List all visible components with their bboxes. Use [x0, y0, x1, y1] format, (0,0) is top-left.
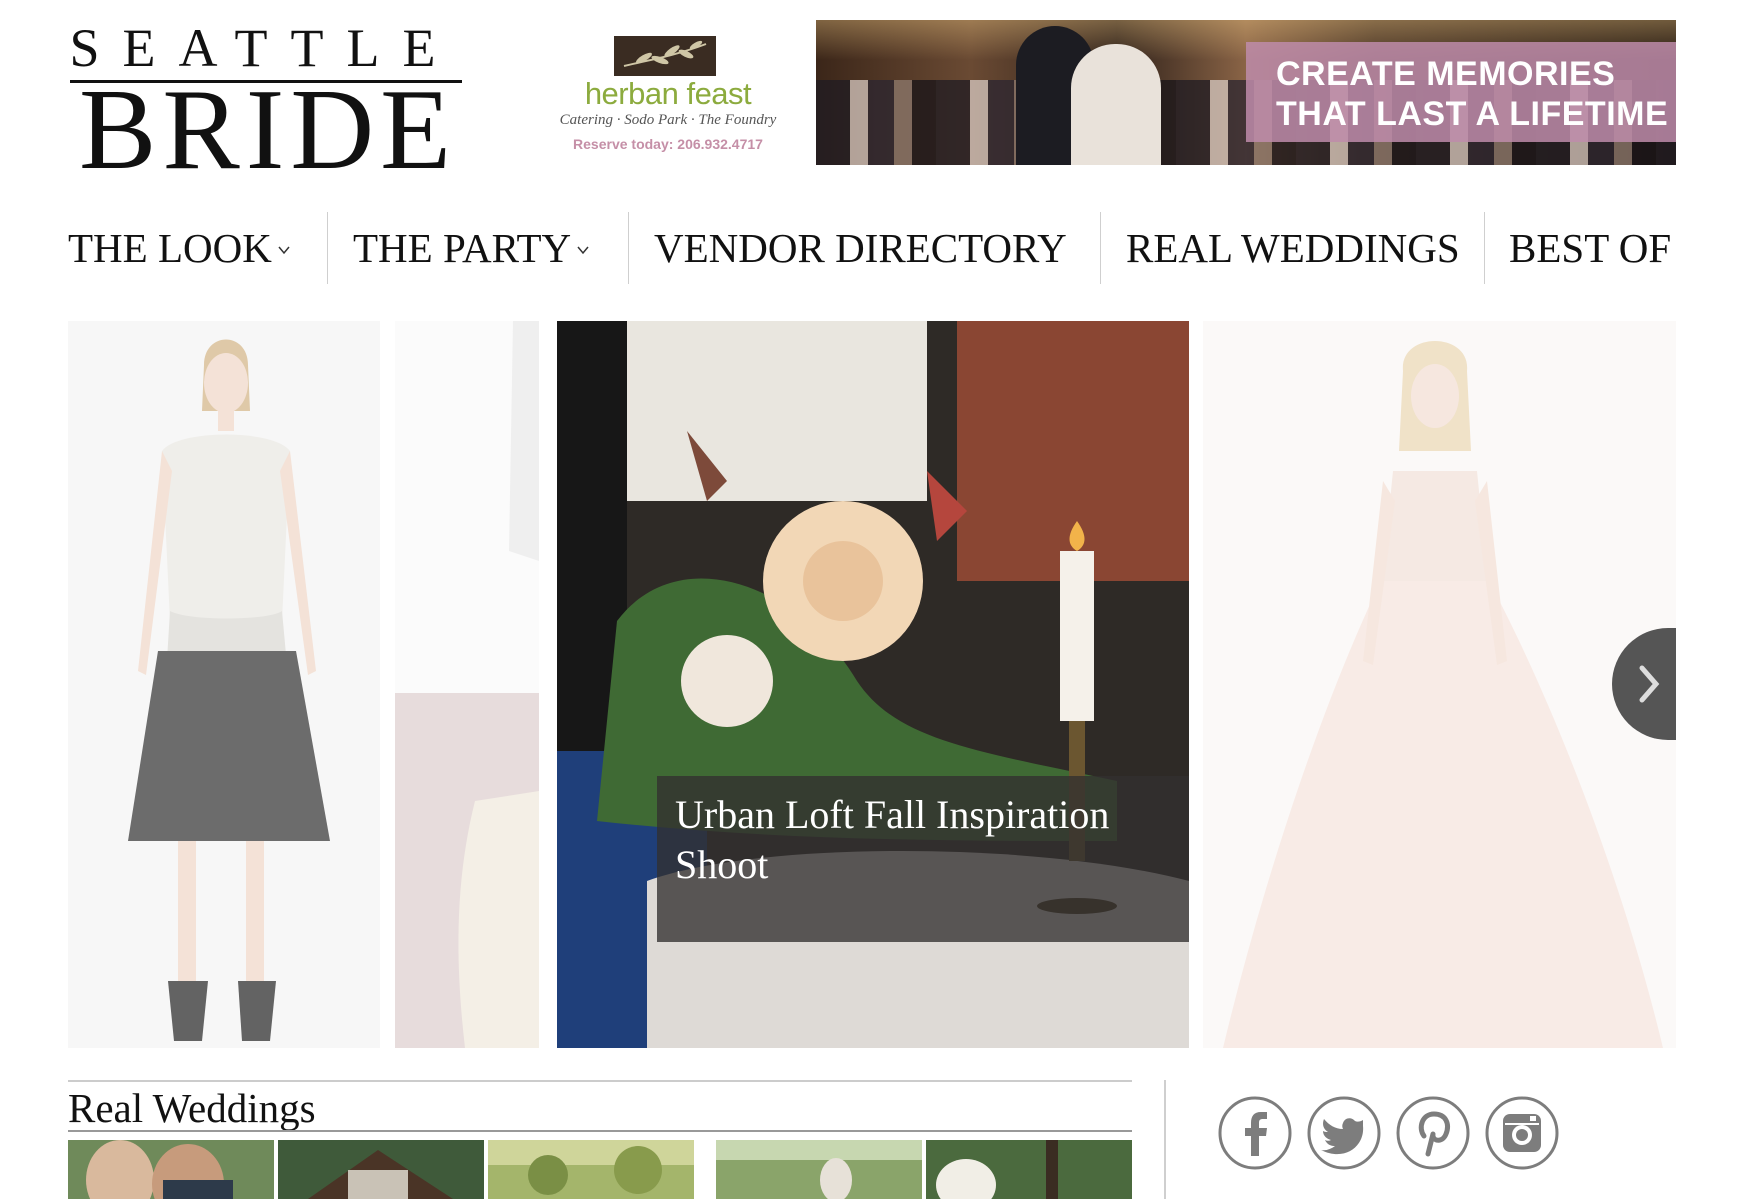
banner-line-1: CREATE MEMORIES [1276, 55, 1616, 93]
carousel-slide-lace-dress[interactable] [68, 321, 380, 1048]
nav-label-vendor-directory: VENDOR DIRECTORY [654, 225, 1067, 271]
carousel-next-button[interactable] [1612, 628, 1676, 740]
banner-text-box: CREATE MEMORIES THAT LAST A LIFETIME [1246, 42, 1676, 142]
carousel-slide-ball-gown[interactable] [1203, 321, 1676, 1048]
nav-divider [1100, 212, 1101, 284]
pinterest-icon[interactable] [1394, 1094, 1472, 1172]
wedding-thumbnail-photo [926, 1140, 1132, 1199]
wedding-thumbnail[interactable] [926, 1140, 1132, 1199]
real-weddings-heading[interactable]: Real Weddings [68, 1082, 316, 1134]
olive-branch-icon [614, 36, 716, 76]
wedding-thumbnail[interactable] [488, 1140, 694, 1199]
herban-feast-tagline: Catering · Sodo Park · The Foundry [559, 112, 777, 128]
instagram-icon[interactable] [1483, 1094, 1561, 1172]
wedding-thumbnail[interactable] [716, 1140, 922, 1199]
slide-caption[interactable]: Urban Loft Fall Inspiration Shoot [675, 790, 1155, 890]
nav-item-real-weddings[interactable]: REAL WEDDINGS [1126, 212, 1460, 284]
nav-divider [628, 212, 629, 284]
featured-carousel: Urban Loft Fall Inspiration Shoot [68, 321, 1676, 1048]
chevron-right-icon [1612, 628, 1676, 740]
section-bottom-rule [68, 1130, 1132, 1132]
banner-line-2: THAT LAST A LIFETIME [1276, 95, 1669, 133]
real-weddings-thumbnails [68, 1140, 1132, 1199]
herban-feast-ad[interactable]: herban feast Catering · Sodo Park · The … [548, 32, 788, 162]
column-divider [1164, 1080, 1166, 1199]
nav-item-the-party[interactable]: THE PARTY [353, 212, 589, 284]
carousel-slide-urban-loft[interactable]: Urban Loft Fall Inspiration Shoot [557, 321, 1189, 1048]
logo-bride-text: BRIDE [79, 66, 457, 194]
dress-detail-photo [395, 321, 539, 1048]
create-memories-ad-banner[interactable]: CREATE MEMORIES THAT LAST A LIFETIME [816, 20, 1676, 165]
site-logo[interactable]: SEATTLE BRIDE [68, 18, 468, 188]
twitter-icon[interactable] [1305, 1094, 1383, 1172]
wedding-thumbnail-photo [488, 1140, 694, 1199]
nav-divider [1484, 212, 1485, 284]
carousel-slide-dress-detail[interactable] [395, 321, 539, 1048]
wedding-thumbnail-photo [68, 1140, 274, 1199]
slide-fade-overlay [68, 321, 380, 1048]
wedding-thumbnail[interactable] [68, 1140, 274, 1199]
main-nav: THE LOOK THE PARTY VENDOR DIRECTORY REAL… [68, 212, 1683, 284]
chevron-down-icon [577, 246, 589, 255]
herban-feast-name: herban feast [584, 76, 752, 111]
wedding-thumbnail-photo [278, 1140, 484, 1199]
nav-item-the-look[interactable]: THE LOOK [68, 212, 290, 284]
slide-caption-box: Urban Loft Fall Inspiration Shoot [657, 776, 1189, 942]
banner-photo-bride [1071, 44, 1161, 165]
nav-divider [327, 212, 328, 284]
nav-label-best-of: BEST OF [1509, 225, 1672, 271]
ball-gown-photo [1203, 321, 1676, 1048]
wedding-thumbnail-photo [716, 1140, 922, 1199]
nav-item-vendor-directory[interactable]: VENDOR DIRECTORY [654, 212, 1067, 284]
nav-item-best-of[interactable]: BEST OF [1509, 212, 1671, 284]
wedding-thumbnail[interactable] [278, 1140, 484, 1199]
chevron-down-icon [278, 246, 290, 255]
facebook-icon[interactable] [1216, 1094, 1294, 1172]
nav-label-the-look: THE LOOK [68, 225, 272, 271]
nav-label-real-weddings: REAL WEDDINGS [1126, 225, 1460, 271]
nav-label-the-party: THE PARTY [353, 225, 572, 271]
herban-feast-phone: Reserve today: 206.932.4717 [573, 136, 763, 152]
